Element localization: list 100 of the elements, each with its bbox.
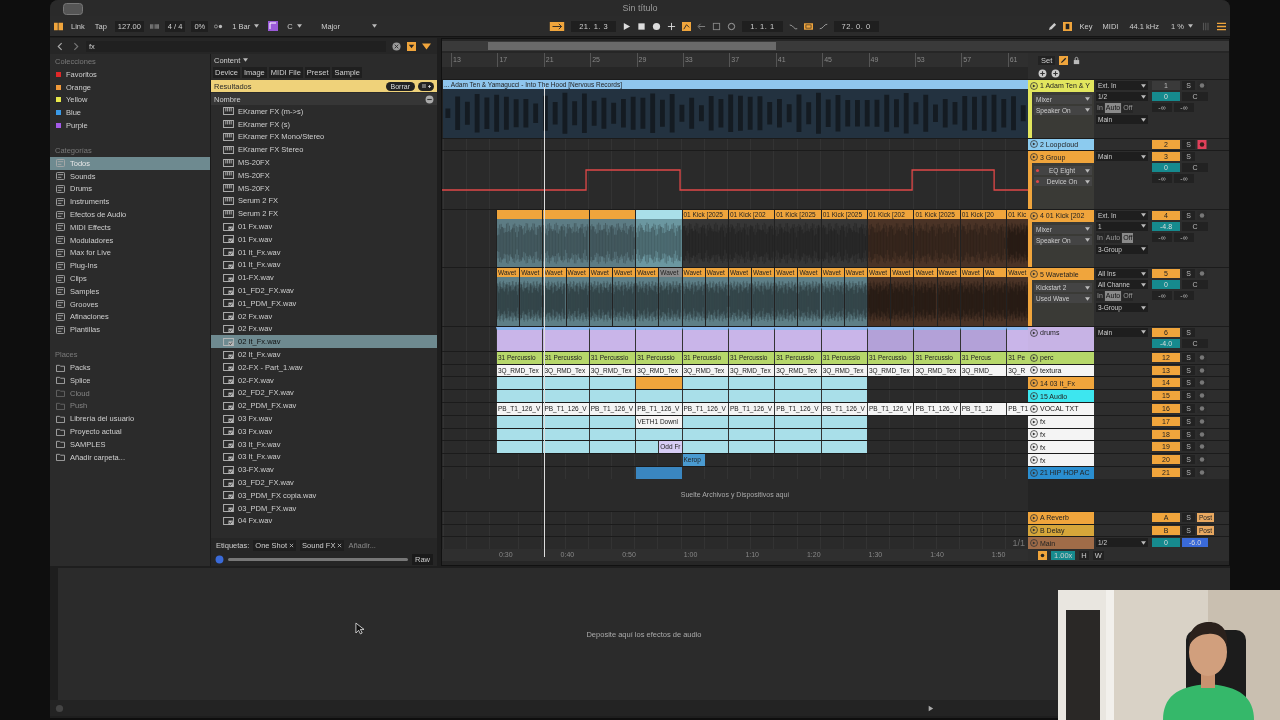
fold-icon[interactable] xyxy=(1030,430,1038,439)
dropdown-icon[interactable] xyxy=(407,41,416,51)
fold-icon[interactable] xyxy=(1030,443,1038,452)
sidebar-icon[interactable] xyxy=(62,3,84,15)
fold-icon[interactable] xyxy=(1030,366,1038,375)
arm-button[interactable] xyxy=(1197,404,1207,413)
clip-header[interactable] xyxy=(636,209,682,219)
fold-icon[interactable] xyxy=(1030,526,1038,535)
clip[interactable] xyxy=(681,415,728,428)
clip[interactable] xyxy=(774,428,821,441)
fold-icon[interactable] xyxy=(1030,456,1038,465)
clip[interactable] xyxy=(727,441,775,454)
automation-line[interactable] xyxy=(442,168,1028,193)
menu-icon[interactable] xyxy=(1217,21,1226,31)
clip[interactable] xyxy=(496,390,543,402)
clip[interactable] xyxy=(681,390,728,402)
add-icon[interactable] xyxy=(418,81,434,91)
close-icon[interactable] xyxy=(337,542,343,548)
forward-icon[interactable] xyxy=(71,41,80,51)
clip[interactable] xyxy=(820,441,867,454)
clip[interactable] xyxy=(542,390,589,402)
arm-button[interactable] xyxy=(1197,81,1207,90)
automation-arm-icon[interactable] xyxy=(682,21,692,31)
loop-icon[interactable] xyxy=(803,21,813,31)
arm-button[interactable] xyxy=(1197,269,1207,279)
clip[interactable] xyxy=(496,441,543,454)
clip[interactable] xyxy=(913,326,960,351)
clip[interactable] xyxy=(820,428,867,441)
plus-icon[interactable] xyxy=(1038,68,1047,78)
clear-icon[interactable] xyxy=(392,41,401,51)
clip[interactable] xyxy=(588,441,636,454)
square-icon[interactable] xyxy=(712,21,722,31)
back-arrow-icon[interactable] xyxy=(697,21,707,31)
fold-icon[interactable] xyxy=(1030,379,1038,388)
clip[interactable] xyxy=(588,377,636,390)
circles-icon[interactable] xyxy=(214,21,224,31)
arrow-icon[interactable] xyxy=(549,21,566,31)
clip[interactable] xyxy=(681,326,728,351)
clip[interactable] xyxy=(588,428,636,441)
clip[interactable] xyxy=(542,415,589,428)
arm-button[interactable] xyxy=(1197,210,1207,220)
arm-button[interactable] xyxy=(1197,429,1207,439)
clip[interactable] xyxy=(635,377,682,390)
arm-button[interactable] xyxy=(1197,378,1207,388)
arm-button[interactable] xyxy=(1197,455,1207,465)
clip[interactable] xyxy=(774,377,821,390)
clip[interactable] xyxy=(959,326,1007,351)
clip[interactable] xyxy=(542,441,589,454)
clip[interactable] xyxy=(774,390,821,402)
clip[interactable] xyxy=(727,377,775,390)
clip[interactable] xyxy=(635,428,682,441)
clip[interactable] xyxy=(681,428,728,441)
bars-icon[interactable] xyxy=(149,21,159,31)
clip[interactable] xyxy=(542,326,589,351)
curve-icon[interactable] xyxy=(818,21,828,31)
scale-icon[interactable] xyxy=(268,21,279,31)
clip[interactable] xyxy=(820,390,867,402)
clip-header[interactable] xyxy=(497,209,543,219)
arm-button[interactable] xyxy=(1197,365,1207,375)
arm-button[interactable] xyxy=(1197,416,1207,426)
fold-icon[interactable] xyxy=(1030,404,1038,413)
clip[interactable] xyxy=(1006,326,1028,351)
arm-button[interactable] xyxy=(1197,139,1207,149)
record-icon[interactable] xyxy=(652,21,662,31)
circle-icon[interactable] xyxy=(727,21,737,31)
fold-icon[interactable] xyxy=(1030,140,1038,149)
clip[interactable] xyxy=(867,326,914,351)
options-icon[interactable] xyxy=(425,94,434,104)
tempo-follow-icon[interactable] xyxy=(1038,550,1047,560)
arm-button[interactable] xyxy=(1197,391,1207,401)
pencil-icon[interactable] xyxy=(1059,55,1069,65)
fold-icon[interactable] xyxy=(1030,513,1038,522)
clip[interactable] xyxy=(496,377,543,390)
arm-button[interactable] xyxy=(1197,442,1207,452)
clip[interactable] xyxy=(681,441,728,454)
clip[interactable] xyxy=(588,326,636,351)
fold-icon[interactable] xyxy=(1030,270,1038,279)
fold-icon[interactable] xyxy=(1030,392,1038,401)
preview-icon[interactable] xyxy=(215,554,224,564)
clip-header[interactable] xyxy=(589,209,636,219)
fold-icon[interactable] xyxy=(1030,81,1038,90)
fold-icon[interactable] xyxy=(1030,417,1038,426)
clip[interactable] xyxy=(635,441,659,454)
clip[interactable] xyxy=(496,428,543,441)
clip[interactable] xyxy=(496,415,543,428)
layout-icon[interactable] xyxy=(54,21,63,31)
clip[interactable] xyxy=(727,390,775,402)
key-map-icon[interactable] xyxy=(1062,21,1072,31)
fold-icon[interactable] xyxy=(1030,153,1038,162)
plus-icon[interactable] xyxy=(1051,68,1060,78)
lock-icon[interactable] xyxy=(1072,55,1082,65)
clip[interactable] xyxy=(774,415,821,428)
clip[interactable] xyxy=(542,377,589,390)
fold-icon[interactable] xyxy=(1030,211,1038,220)
clip[interactable] xyxy=(588,415,636,428)
clip[interactable] xyxy=(588,390,636,402)
clip[interactable] xyxy=(820,377,867,390)
clip[interactable] xyxy=(820,326,867,351)
clip[interactable] xyxy=(774,441,821,454)
fold-icon[interactable] xyxy=(1030,328,1038,337)
